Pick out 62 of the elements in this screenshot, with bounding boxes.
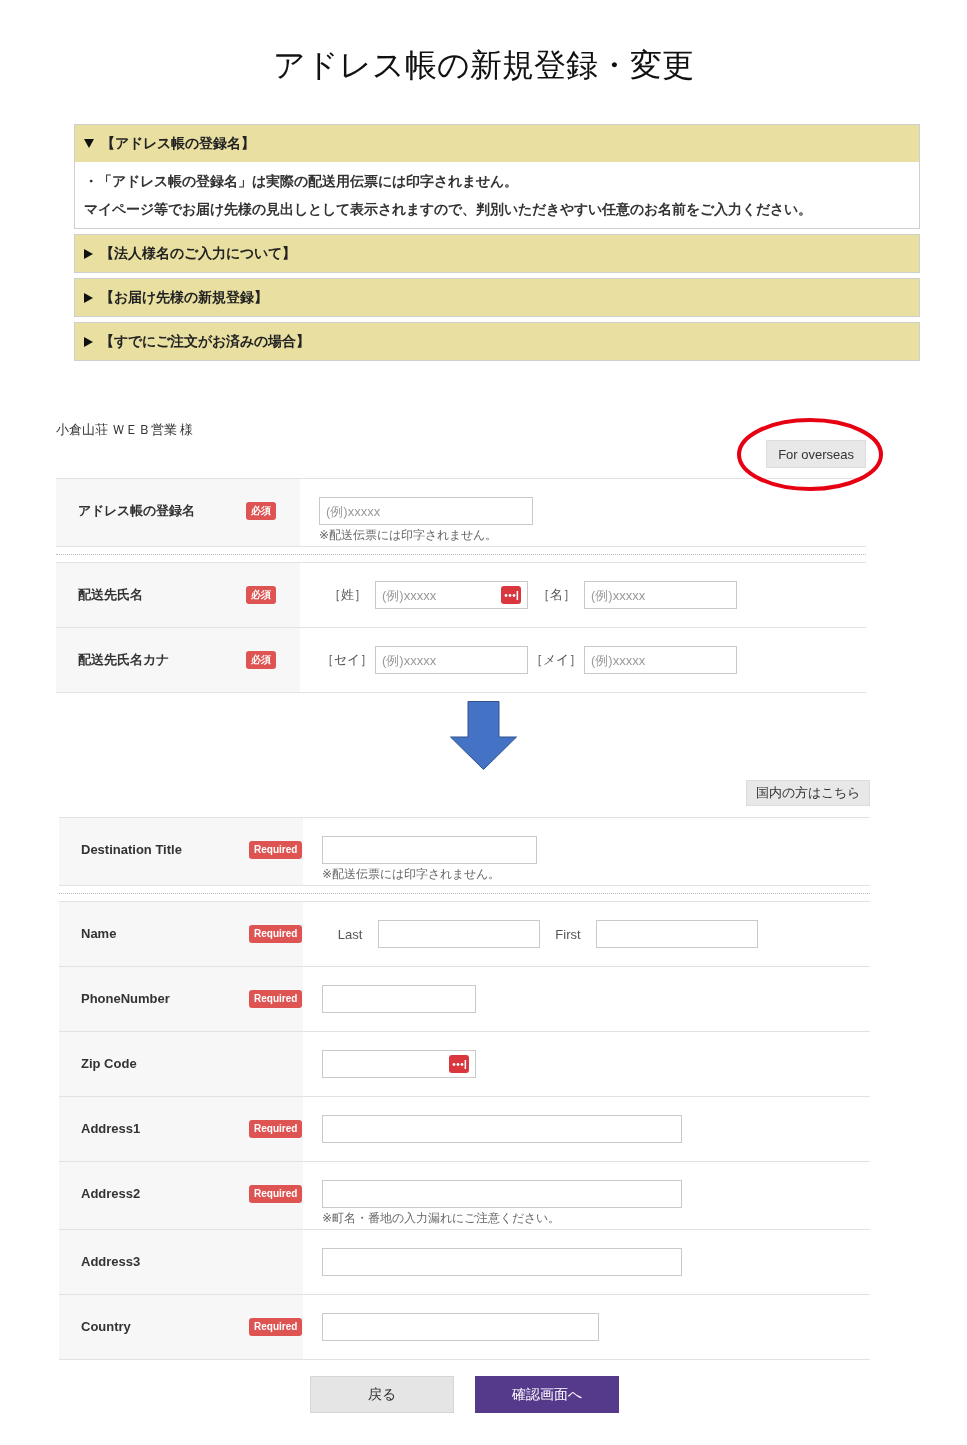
field-label: Destination Title [81, 841, 182, 859]
input-field[interactable] [322, 985, 476, 1013]
info-text: マイページ等でお届け先様の見出しとして表示されますので、判別いただきやすい任意のお名前をご入力ください。 [84, 200, 812, 219]
input-field[interactable] [322, 836, 537, 864]
back-button[interactable]: 戻る [310, 1376, 454, 1413]
switch-button[interactable]: For overseas [766, 440, 866, 468]
field-label: Address2 [81, 1185, 141, 1203]
field-label: 配送先氏名カナ [78, 651, 169, 669]
input-field[interactable] [322, 1050, 476, 1078]
field-prefix: ［メイ］ [529, 651, 583, 669]
field-label: アドレス帳の登録名 [78, 502, 195, 520]
field-label: Zip Code [81, 1055, 137, 1073]
input-field[interactable]: (例)xxxxx [375, 581, 528, 609]
field-label: Address3 [81, 1253, 141, 1271]
field-prefix: First [554, 926, 582, 942]
field-label: Name [81, 925, 117, 943]
field-note: ※配送伝票には印字されません。 [319, 527, 498, 543]
field-label: Country [81, 1318, 131, 1336]
input-field[interactable] [322, 1115, 682, 1143]
field-note: ※町名・番地の入力漏れにご注意ください。 [322, 1210, 561, 1226]
required-badge: Required [249, 990, 303, 1008]
switch-button[interactable]: 国内の方はこちら [746, 780, 870, 806]
customer-name: 小倉山荘 ＷＥＢ営業 様 [56, 421, 194, 439]
required-badge: Required [249, 1120, 303, 1138]
caret-right-icon [84, 336, 93, 347]
required-badge: Required [249, 1318, 303, 1336]
input-field[interactable]: (例)xxxxx [584, 581, 737, 609]
required-badge: Required [249, 1185, 303, 1203]
accordion-header[interactable]: 【すでにご注文がお済みの場合】 [75, 323, 919, 360]
caret-right-icon [84, 292, 93, 303]
required-badge: 必須 [246, 586, 276, 604]
input-field[interactable] [322, 1180, 682, 1208]
required-badge: 必須 [246, 651, 276, 669]
field-prefix: ［名］ [535, 586, 577, 604]
field-label: PhoneNumber [81, 990, 170, 1008]
required-badge: Required [249, 841, 303, 859]
confirm-button[interactable]: 確認画面へ [475, 1376, 619, 1413]
input-field[interactable] [596, 920, 758, 948]
field-prefix: ［セイ］ [320, 651, 374, 669]
input-field[interactable]: (例)xxxxx [375, 646, 528, 674]
field-prefix: ［姓］ [326, 586, 368, 604]
accordion-header[interactable]: 【アドレス帳の登録名】 [75, 125, 919, 162]
input-field[interactable]: (例)xxxxx [584, 646, 737, 674]
required-badge: 必須 [246, 502, 276, 520]
dots-icon[interactable] [501, 586, 521, 604]
caret-down-icon [84, 139, 94, 148]
input-field[interactable] [378, 920, 540, 948]
accordion-header[interactable]: 【お届け先様の新規登録】 [75, 279, 919, 316]
dots-icon[interactable] [449, 1055, 469, 1073]
down-arrow [450, 701, 517, 770]
field-label: 配送先氏名 [78, 586, 143, 604]
required-badge: Required [249, 925, 303, 943]
field-label: Address1 [81, 1120, 141, 1138]
page-title: アドレス帳の新規登録・変更 [273, 46, 694, 85]
accordion-header[interactable]: 【法人様名のご入力について】 [75, 235, 919, 272]
field-prefix: Last [336, 926, 364, 942]
field-note: ※配送伝票には印字されません。 [322, 866, 501, 882]
input-field[interactable] [322, 1313, 599, 1341]
input-field[interactable]: (例)xxxxx [319, 497, 533, 525]
caret-right-icon [84, 248, 93, 259]
info-text: ・「アドレス帳の登録名」は実際の配送用伝票には印字されません。 [84, 172, 518, 191]
input-field[interactable] [322, 1248, 682, 1276]
